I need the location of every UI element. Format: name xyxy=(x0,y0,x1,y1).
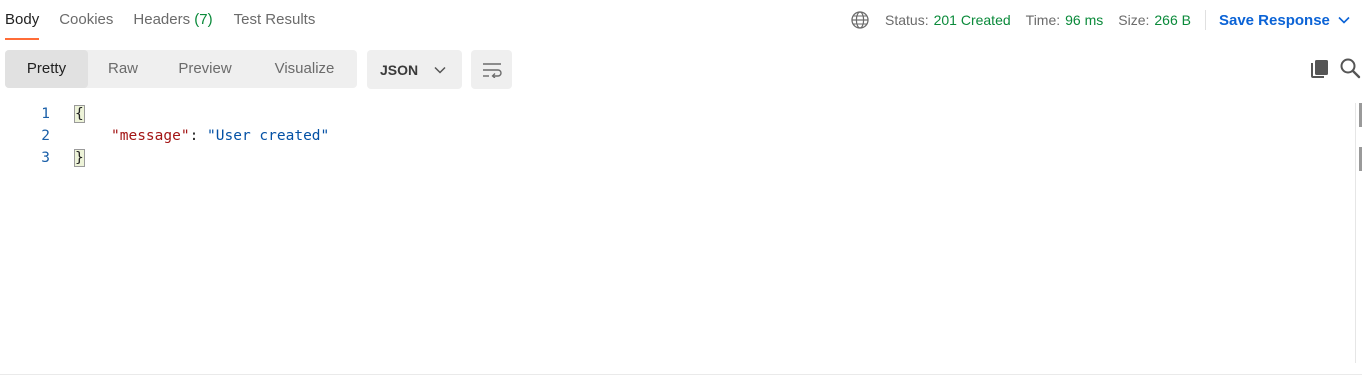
wrap-lines-button[interactable] xyxy=(471,50,512,89)
view-raw-label: Raw xyxy=(107,60,138,77)
copy-icon[interactable] xyxy=(1309,57,1331,79)
search-icon[interactable] xyxy=(1339,57,1361,79)
size-label: Size: xyxy=(1118,12,1150,28)
code-text: { xyxy=(74,103,85,125)
line-number: 3 xyxy=(41,150,50,166)
time-value[interactable]: 96 ms xyxy=(1065,12,1103,28)
size-value[interactable]: 266 B xyxy=(1154,12,1191,28)
view-visualize-label: Visualize xyxy=(274,60,335,77)
editor-scrollbar[interactable] xyxy=(1355,103,1362,363)
status-value[interactable]: 201 Created xyxy=(934,12,1011,28)
meta-divider xyxy=(1204,10,1206,30)
tab-cookies-label: Cookies xyxy=(59,11,114,28)
tab-cookies[interactable]: Cookies xyxy=(59,0,113,40)
chevron-down-icon xyxy=(434,66,446,74)
tab-headers[interactable]: Headers (7) xyxy=(133,0,212,40)
globe-icon[interactable] xyxy=(850,10,870,30)
tab-test-results[interactable]: Test Results xyxy=(234,0,316,40)
headers-count: (7) xyxy=(194,11,213,28)
code-line: 1 { xyxy=(0,103,1350,125)
view-mode-switch: Pretty Raw Preview Visualize xyxy=(5,50,357,88)
time-label: Time: xyxy=(1025,12,1061,28)
view-pretty-button[interactable]: Pretty xyxy=(5,50,88,88)
line-number: 2 xyxy=(41,128,50,144)
wrap-lines-icon xyxy=(482,62,502,78)
tab-body[interactable]: Body xyxy=(5,0,40,40)
json-separator: : xyxy=(189,128,208,144)
chevron-down-icon xyxy=(1338,16,1350,24)
code-text: } xyxy=(74,147,85,169)
status-label: Status: xyxy=(885,12,929,28)
format-dropdown[interactable]: JSON xyxy=(367,50,462,89)
code-text: "message": "User created" xyxy=(111,125,329,147)
view-preview-label: Preview xyxy=(178,60,232,77)
line-number: 1 xyxy=(41,106,50,122)
tab-body-label: Body xyxy=(5,11,40,28)
view-preview-button[interactable]: Preview xyxy=(158,50,252,88)
tab-headers-label: Headers xyxy=(133,11,191,28)
code-line: 2 "message": "User created" xyxy=(0,125,1350,147)
format-value: JSON xyxy=(380,61,419,78)
response-tabs: Body Cookies Headers (7) Test Results xyxy=(0,0,315,40)
open-brace: { xyxy=(74,105,85,123)
view-raw-button[interactable]: Raw xyxy=(88,50,158,88)
code-line: 3 } xyxy=(0,147,1350,169)
save-response-button[interactable]: Save Response xyxy=(1219,12,1350,29)
save-response-label: Save Response xyxy=(1218,11,1330,29)
response-meta: Status: 201 Created Time: 96 ms Size: 26… xyxy=(850,0,1350,40)
response-panel: Body Cookies Headers (7) Test Results St… xyxy=(0,0,1362,391)
bottom-divider xyxy=(0,374,1362,375)
tab-test-results-label: Test Results xyxy=(233,11,316,28)
json-string-value: "User created" xyxy=(207,128,330,144)
json-key: "message" xyxy=(111,128,190,144)
response-body-editor[interactable]: 1 { 2 "message": "User created" 3 } xyxy=(0,103,1350,363)
view-visualize-button[interactable]: Visualize xyxy=(252,50,357,88)
view-pretty-label: Pretty xyxy=(26,60,67,77)
close-brace: } xyxy=(74,149,85,167)
